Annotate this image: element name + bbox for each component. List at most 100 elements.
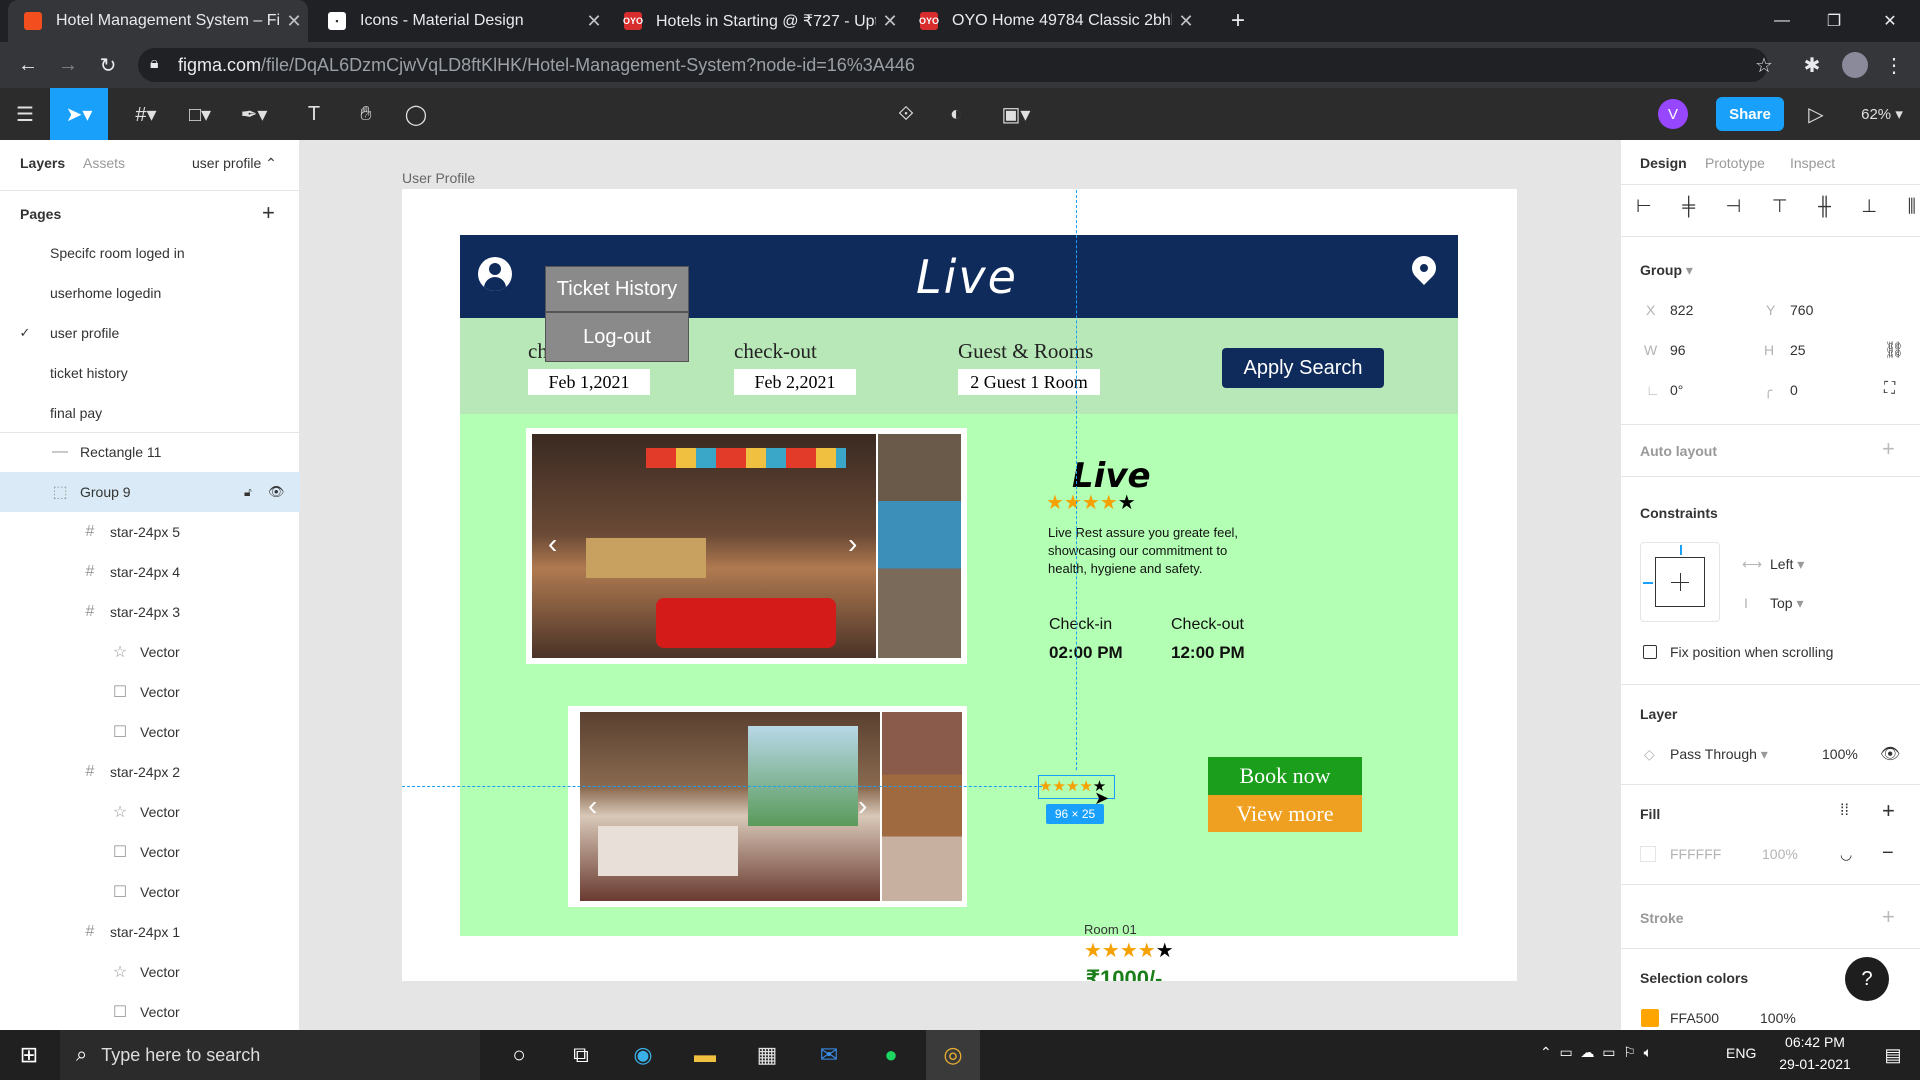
page-item[interactable]: ✓ user profile <box>0 313 300 353</box>
edge-icon[interactable]: ◉ <box>616 1030 670 1080</box>
component-icon[interactable]: ⟐ <box>884 88 928 140</box>
clock-time[interactable]: 06:42 PM <box>1770 1034 1860 1050</box>
align-right-icon[interactable]: ⊣ <box>1726 196 1742 222</box>
close-icon[interactable]: ✕ <box>580 11 608 32</box>
assets-tab[interactable]: Assets <box>83 155 125 171</box>
fill-visibility-icon[interactable]: ◡ <box>1840 846 1852 863</box>
fill-hex[interactable]: FFFFFF <box>1670 846 1721 862</box>
layer-row[interactable]: ☐ Vector <box>0 992 300 1032</box>
layer-row[interactable]: ☐ Vector <box>0 832 300 872</box>
selection-color-hex[interactable]: FFA500 <box>1670 1010 1719 1026</box>
close-icon[interactable]: ✕ <box>876 11 904 32</box>
taskbar-search[interactable]: ⌕ Type here to search <box>60 1030 480 1080</box>
align-left-icon[interactable]: ⊢ <box>1636 196 1652 222</box>
view-more-button[interactable]: View more <box>1208 795 1362 832</box>
next-arrow-icon[interactable]: › <box>858 790 867 822</box>
blend-mode-select[interactable]: Pass Through ▾ <box>1670 746 1768 763</box>
layer-row[interactable]: # star-24px 4 <box>0 552 300 592</box>
ticket-history-menu-item[interactable]: Ticket History <box>545 266 689 312</box>
main-menu-icon[interactable]: ☰ <box>0 88 50 140</box>
layer-row[interactable]: ☐ Vector <box>0 872 300 912</box>
clock-date[interactable]: 29-01-2021 <box>1770 1056 1860 1072</box>
restore-button[interactable]: ❐ <box>1806 0 1862 42</box>
align-center-icon[interactable]: ╪ <box>1682 196 1695 222</box>
add-auto-layout-icon[interactable]: + <box>1882 436 1895 462</box>
y-field[interactable]: 760 <box>1790 302 1813 318</box>
add-fill-icon[interactable]: + <box>1882 798 1895 824</box>
add-stroke-icon[interactable]: + <box>1882 904 1895 930</box>
x-field[interactable]: 822 <box>1670 302 1693 318</box>
layer-row[interactable]: # star-24px 5 <box>0 512 300 552</box>
task-view-icon[interactable]: ⧉ <box>554 1030 608 1080</box>
eye-icon[interactable]: 👁︎ <box>268 484 285 500</box>
layer-row[interactable]: ☆ Vector <box>0 952 300 992</box>
notifications-icon[interactable]: ▤ <box>1866 1030 1920 1080</box>
w-field[interactable]: 96 <box>1670 342 1686 358</box>
h-field[interactable]: 25 <box>1790 342 1806 358</box>
vertical-constraint-select[interactable]: Top ▾ <box>1770 595 1804 612</box>
zoom-level[interactable]: 62% ▾ <box>1852 88 1912 140</box>
bookmark-star-icon[interactable]: ☆ <box>1744 42 1784 88</box>
fix-position-checkbox[interactable] <box>1643 645 1657 659</box>
next-arrow-icon[interactable]: › <box>848 528 857 560</box>
fill-opacity[interactable]: 100% <box>1762 846 1798 862</box>
close-window-button[interactable]: ✕ <box>1862 0 1918 42</box>
guests-field[interactable]: 2 Guest 1 Room <box>958 369 1100 395</box>
radius-field[interactable]: 0 <box>1790 382 1798 398</box>
layer-opacity[interactable]: 100% <box>1822 746 1858 762</box>
layer-row[interactable]: ☆ Vector <box>0 792 300 832</box>
layer-row[interactable]: ☆ Vector <box>0 632 300 672</box>
profile-avatar[interactable] <box>1842 52 1868 78</box>
store-icon[interactable]: ▦ <box>740 1030 794 1080</box>
layer-row[interactable]: # star-24px 3 <box>0 592 300 632</box>
fill-swatch[interactable] <box>1640 846 1656 862</box>
constraints-widget[interactable] <box>1640 542 1720 622</box>
page-item[interactable]: final pay <box>0 393 300 433</box>
minimize-button[interactable]: — <box>1754 0 1810 42</box>
text-tool-icon[interactable]: T <box>292 88 336 140</box>
page-item[interactable]: ticket history <box>0 353 300 393</box>
selection-color-opacity[interactable]: 100% <box>1760 1010 1796 1026</box>
rotation-field[interactable]: 0° <box>1670 382 1683 398</box>
independent-corners-icon[interactable]: ⛶ <box>1884 380 1895 398</box>
layer-row[interactable]: — Rectangle 11 <box>0 432 300 472</box>
spotify-icon[interactable]: ● <box>864 1030 918 1080</box>
chrome-icon[interactable]: ◎ <box>926 1030 980 1080</box>
layer-row[interactable]: ☐ Vector <box>0 672 300 712</box>
layer-row[interactable]: # star-24px 1 <box>0 912 300 952</box>
align-middle-icon[interactable]: ╫ <box>1818 196 1831 222</box>
page-select[interactable]: user profile ⌃ <box>192 155 277 172</box>
share-button[interactable]: Share <box>1716 97 1784 131</box>
logout-menu-item[interactable]: Log-out <box>545 312 689 362</box>
file-explorer-icon[interactable]: ▬ <box>678 1030 732 1080</box>
prev-arrow-icon[interactable]: ‹ <box>588 790 597 822</box>
hotel-image-2[interactable] <box>568 706 967 907</box>
lock-icon[interactable]: 🔓︎ <box>244 485 252 500</box>
new-tab-button[interactable]: + <box>1210 0 1266 42</box>
mail-icon[interactable]: ✉ <box>802 1030 856 1080</box>
tab-figma[interactable]: Hotel Management System – Figma ✕ <box>8 0 308 42</box>
apply-search-button[interactable]: Apply Search <box>1222 348 1384 388</box>
style-grid-icon[interactable]: ⁞⁞ <box>1840 802 1849 820</box>
selection-color-swatch[interactable] <box>1641 1009 1659 1027</box>
close-icon[interactable]: ✕ <box>1172 11 1200 32</box>
visibility-eye-icon[interactable]: 👁︎ <box>1880 744 1900 764</box>
boolean-icon[interactable]: ▣▾ <box>988 88 1044 140</box>
mask-icon[interactable]: ◐ <box>934 88 978 140</box>
inspect-tab[interactable]: Inspect <box>1790 155 1835 171</box>
page-item[interactable]: userhome logedin <box>0 273 300 313</box>
layer-row[interactable]: # star-24px 2 <box>0 752 300 792</box>
shape-tool-icon[interactable]: □▾ <box>176 88 224 140</box>
page-item[interactable]: Specifc room loged in <box>0 233 300 273</box>
checkout-date-field[interactable]: Feb 2,2021 <box>734 369 856 395</box>
horizontal-constraint-select[interactable]: Left ▾ <box>1770 556 1804 573</box>
move-tool-icon[interactable]: ➤▾ <box>50 88 108 140</box>
prev-arrow-icon[interactable]: ‹ <box>548 528 557 560</box>
group-label[interactable]: Group ▾ <box>1640 262 1693 279</box>
frame-label[interactable]: User Profile <box>402 170 475 186</box>
hand-tool-icon[interactable]: ✋︎ <box>344 88 388 140</box>
pen-tool-icon[interactable]: ✒▾ <box>230 88 278 140</box>
remove-fill-icon[interactable]: − <box>1882 842 1894 865</box>
reload-icon[interactable]: ↻ <box>88 42 128 88</box>
layers-tab[interactable]: Layers <box>20 155 65 171</box>
